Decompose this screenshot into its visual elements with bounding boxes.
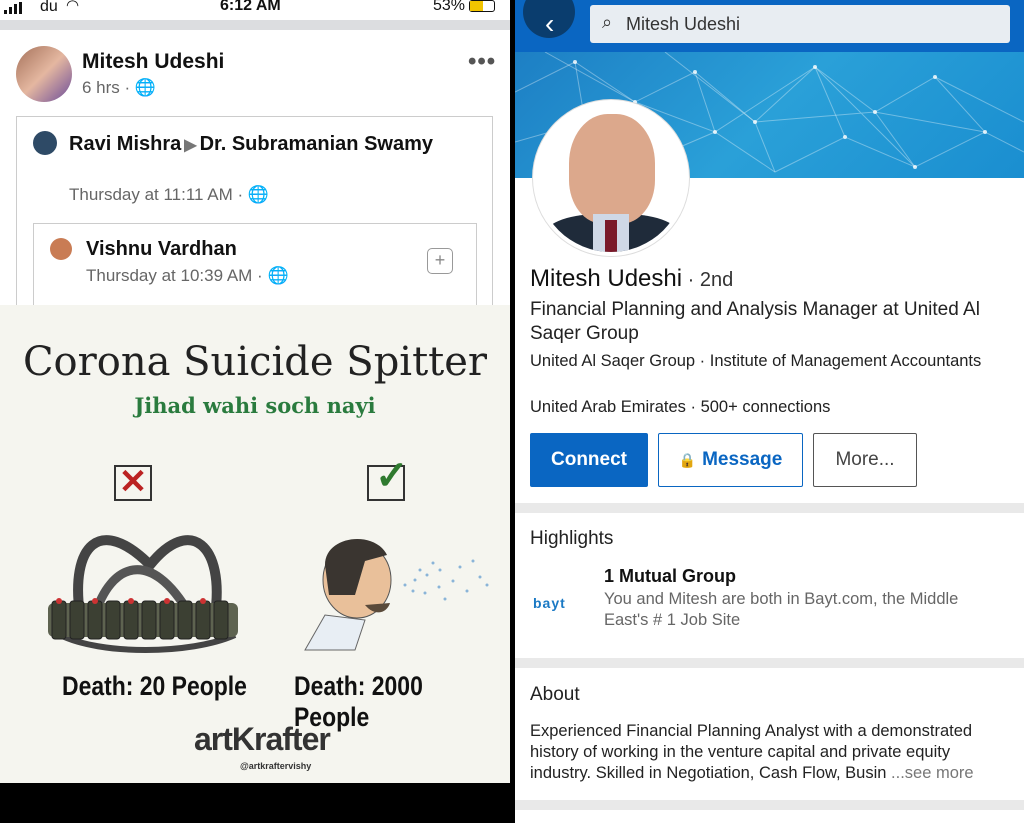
avatar[interactable]: [33, 131, 57, 155]
left-caption: Death: 20 People: [62, 671, 247, 701]
globe-icon: 🌐: [247, 185, 270, 204]
inner-time: Thursday at 10:39 AM ·: [86, 266, 263, 285]
shared-post: Ravi Mishra ▶ Dr. Subramanian Swamy Thursd…: [16, 116, 493, 323]
status-time: 6:12 AM: [220, 0, 281, 14]
connection-degree: · 2nd: [682, 269, 734, 291]
divider: [515, 503, 1024, 513]
arrow-right-icon: ▶: [184, 137, 197, 154]
globe-icon: 🌐: [267, 266, 289, 285]
connect-button[interactable]: Connect: [530, 433, 648, 487]
shared-author[interactable]: Ravi Mishra: [69, 133, 181, 155]
status-bar: du ◠ 6:12 AM 53%: [0, 0, 510, 20]
shared-time: Thursday at 11:11 AM ·: [69, 185, 244, 204]
avatar[interactable]: [16, 46, 72, 102]
about-text: Experienced Financial Planning Analyst w…: [530, 721, 1015, 784]
search-value: Mitesh Udeshi: [626, 14, 741, 34]
see-more-link[interactable]: ...see more: [886, 764, 974, 782]
search-icon: ⌕: [602, 12, 613, 32]
battery-percent: 53%: [433, 0, 466, 14]
save-post-icon[interactable]: +: [427, 248, 453, 274]
lock-icon: 🔒: [678, 451, 697, 468]
top-bar: ‹ ⌕ Mitesh Udeshi: [515, 0, 1024, 52]
wifi-icon: ◠: [66, 0, 80, 14]
facebook-post: Mitesh Udeshi 6 hrs · 🌐 ••• Ravi Mishra ▶…: [0, 30, 510, 323]
highlights-title: Highlights: [530, 528, 614, 549]
cross-icon: ✕: [114, 465, 152, 501]
more-button[interactable]: More...: [813, 433, 917, 487]
message-label: Message: [702, 449, 783, 470]
divider: [0, 20, 510, 30]
chevron-left-icon[interactable]: ‹: [545, 8, 554, 40]
meme-subtitle: Jihad wahi soch nayi: [134, 393, 376, 418]
more-options-icon[interactable]: •••: [468, 48, 496, 76]
linkedin-panel: ‹ ⌕ Mitesh Udeshi Mitesh Udeshi · 2nd Fi…: [515, 0, 1024, 823]
profile-location: United Arab Emirates · 500+ connections: [530, 398, 831, 416]
poster-name[interactable]: Mitesh Udeshi: [82, 50, 224, 74]
brand-handle: @artkraftervishy: [240, 761, 312, 771]
meme-image: Corona Suicide Spitter Jihad wahi soch n…: [0, 305, 510, 783]
inner-author[interactable]: Vishnu Vardhan: [86, 238, 237, 261]
inner-meta: Thursday at 10:39 AM · 🌐: [86, 266, 289, 286]
brand-logo: artKrafter: [194, 721, 331, 757]
highlight-title[interactable]: 1 Mutual Group: [604, 566, 736, 587]
profile-companies[interactable]: United Al Saqer Group · Institute of Man…: [530, 351, 1010, 372]
shared-post-header: Ravi Mishra ▶ Dr. Subramanian Swamy: [69, 131, 449, 159]
divider: [515, 800, 1024, 810]
search-input[interactable]: ⌕ Mitesh Udeshi: [590, 5, 1010, 43]
profile-headline: Financial Planning and Analysis Manager …: [530, 299, 980, 344]
bayt-logo: bayt: [533, 595, 566, 611]
post-time: 6 hrs ·: [82, 78, 131, 97]
check-icon: ✓: [367, 454, 409, 501]
bottom-bar: [0, 783, 510, 823]
signal-icon: [4, 2, 22, 14]
profile-name: Mitesh Udeshi · 2nd: [530, 265, 733, 293]
post-meta: 6 hrs · 🌐: [82, 78, 156, 98]
spitter-illustration: [304, 538, 489, 651]
shared-meta: Thursday at 11:11 AM · 🌐: [69, 185, 269, 205]
shared-target[interactable]: Dr. Subramanian Swamy: [200, 133, 433, 155]
avatar[interactable]: [50, 238, 72, 260]
profile-name-text: Mitesh Udeshi: [530, 265, 683, 292]
belt-illustration: [48, 535, 238, 653]
facebook-panel: du ◠ 6:12 AM 53% Mitesh Udeshi 6 hrs · 🌐…: [0, 0, 510, 823]
meme-title: Corona Suicide Spitter: [22, 339, 488, 385]
profile-photo[interactable]: [533, 100, 689, 256]
battery-icon: [469, 0, 495, 12]
carrier-label: du: [40, 0, 58, 15]
divider: [515, 658, 1024, 668]
globe-icon: 🌐: [134, 78, 157, 97]
about-title: About: [530, 684, 580, 705]
message-button[interactable]: 🔒 Message: [658, 433, 803, 487]
highlight-description: You and Mitesh are both in Bayt.com, the…: [604, 590, 959, 629]
